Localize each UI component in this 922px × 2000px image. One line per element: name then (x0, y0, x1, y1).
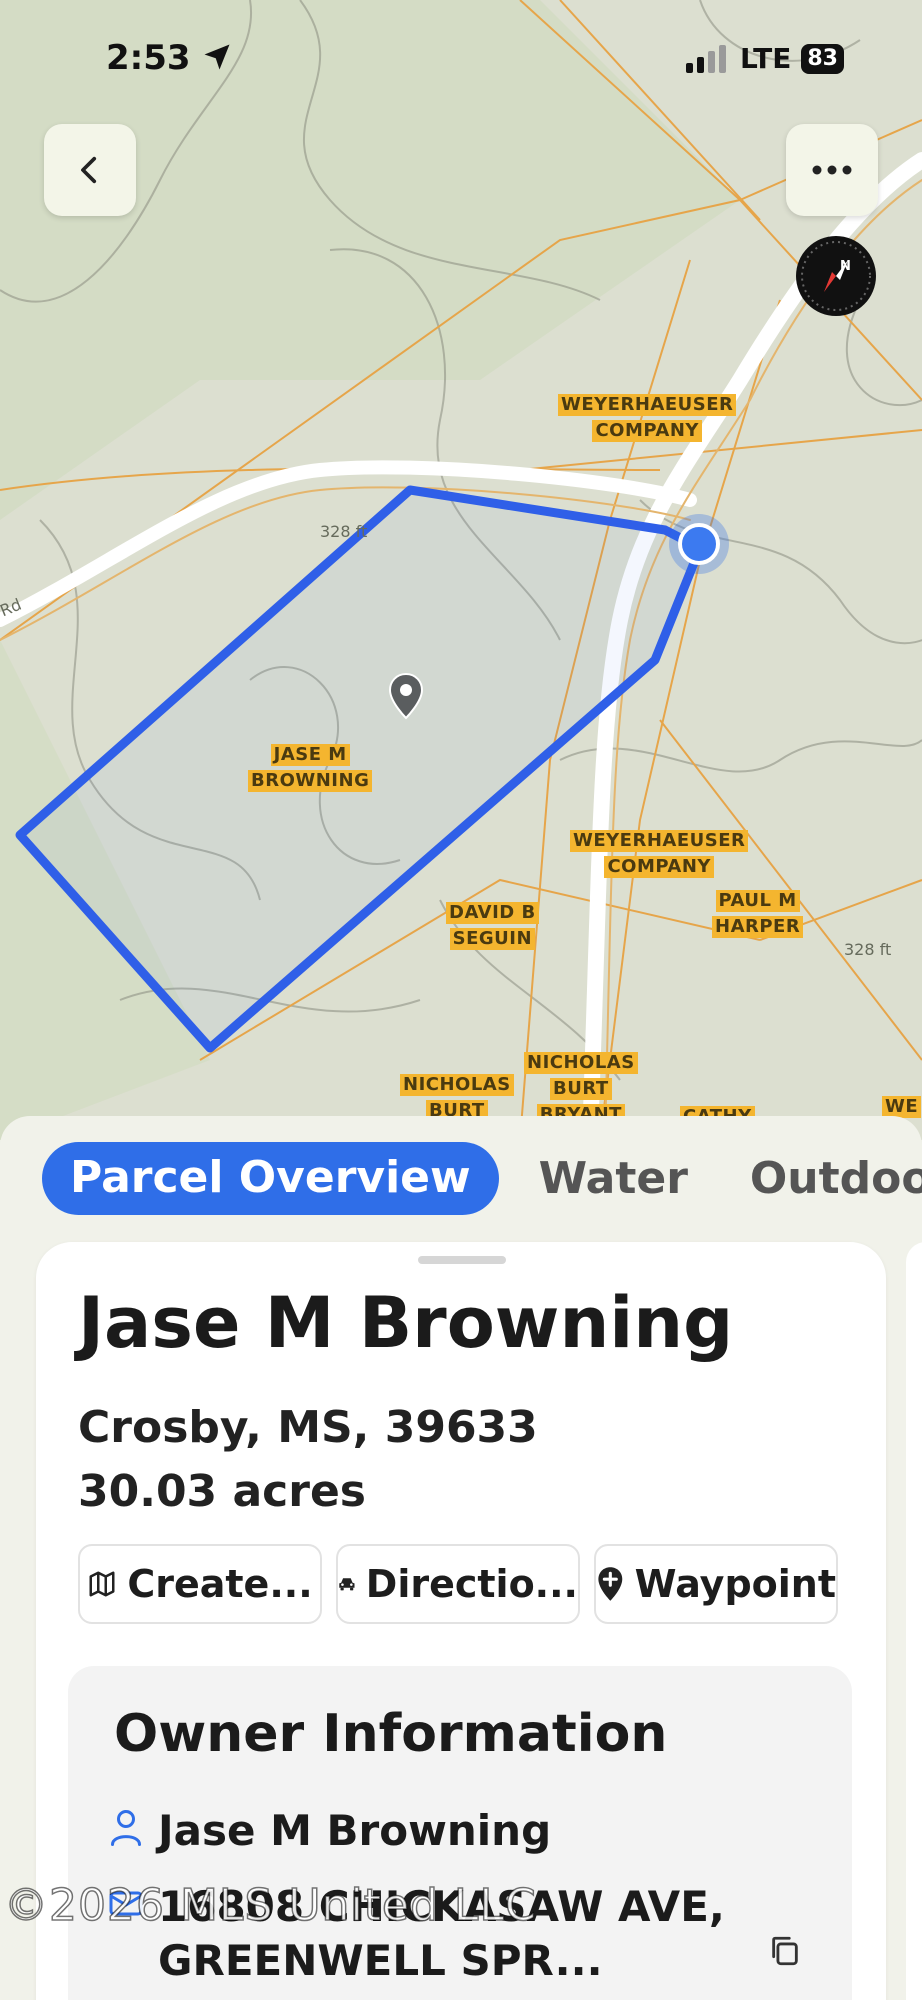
map-owner-label[interactable]: WEYERHAEUSER COMPANY (558, 392, 737, 444)
waypoint-button[interactable]: Waypoint (594, 1544, 838, 1624)
owner-information-section: Owner Information Jase M Browning 16808 … (68, 1666, 852, 2000)
waypoint-pin-icon (598, 1567, 623, 1601)
parcel-location: Crosby, MS, 39633 (78, 1402, 538, 1453)
chevron-left-icon (81, 156, 97, 184)
owner-name-row: Jase M Browning (108, 1806, 551, 1855)
owner-information-title: Owner Information (114, 1704, 668, 1764)
elevation-label: 328 ft (320, 522, 368, 541)
map-owner-label[interactable]: WEYERHAEUSER COMPANY (570, 828, 749, 880)
tab-water[interactable]: Water (539, 1153, 688, 1204)
map-canvas (0, 0, 922, 1140)
tab-outdoors[interactable]: Outdoors (750, 1153, 922, 1204)
compass-button[interactable]: N (796, 236, 876, 316)
more-horizontal-icon (812, 165, 852, 175)
tab-parcel-overview[interactable]: Parcel Overview (42, 1142, 499, 1215)
map-owner-label[interactable]: PAUL M HARPER (712, 888, 804, 940)
copy-icon (772, 1936, 798, 1966)
owner-name: Jase M Browning (158, 1806, 552, 1855)
directions-button[interactable]: Directio... (336, 1544, 580, 1624)
app-screen: WEYERHAEUSER COMPANY JASE M BROWNING WEYER… (0, 0, 922, 2000)
status-indicators: LTE 83 (684, 42, 844, 75)
map-pin-icon[interactable] (388, 672, 424, 720)
person-icon (111, 1810, 141, 1846)
parcel-map[interactable]: WEYERHAEUSER COMPANY JASE M BROWNING WEYER… (0, 0, 922, 1140)
create-button[interactable]: Create... (78, 1544, 322, 1624)
action-row: Create... Directio... Waypoint (78, 1544, 838, 1624)
drag-handle[interactable] (418, 1256, 506, 1264)
compass-icon: N (801, 241, 871, 311)
more-options-button[interactable] (786, 124, 878, 216)
map-icon (89, 1571, 115, 1597)
copy-address-button[interactable] (768, 1934, 802, 1973)
watermark-text: ©2026 MLS United LLC (3, 1879, 537, 1932)
location-arrow-icon (204, 44, 230, 70)
elevation-label: 328 ft (844, 940, 892, 959)
parcel-acres: 30.03 acres (78, 1466, 366, 1517)
map-owner-label[interactable]: DAVID B SEGUIN (446, 900, 539, 952)
status-time: 2:53 (106, 38, 232, 78)
back-button[interactable] (44, 124, 136, 216)
tab-bar: Parcel Overview Water Outdoors (42, 1142, 922, 1215)
car-icon (339, 1578, 355, 1591)
parcel-owner-title: Jase M Browning (78, 1282, 734, 1364)
network-type: LTE (739, 42, 792, 75)
battery-icon: 83 (801, 43, 844, 74)
signal-icon (685, 44, 726, 73)
next-card-peek[interactable] (906, 1242, 922, 2000)
map-owner-label[interactable]: JASE M BROWNING (248, 742, 373, 794)
parcel-sheet: Parcel Overview Water Outdoors Jase M Br… (0, 1116, 922, 2000)
svg-text:N: N (840, 259, 851, 274)
